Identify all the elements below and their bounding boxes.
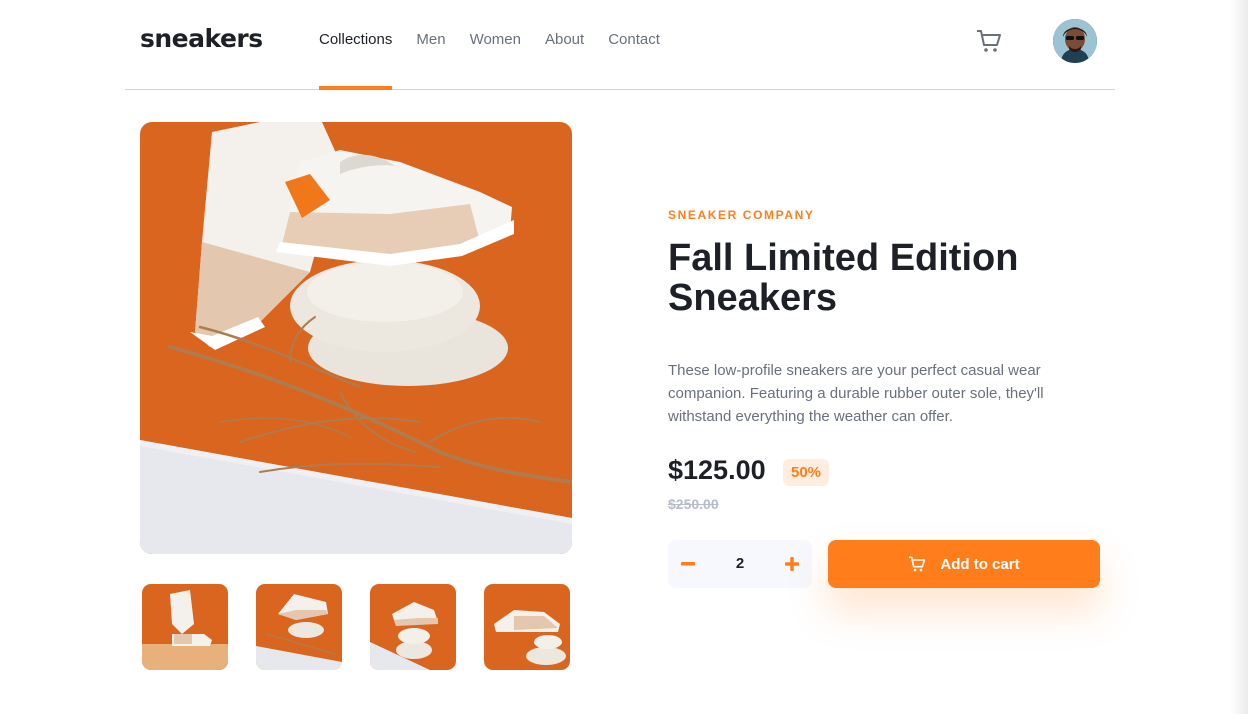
discount-badge: 50% — [783, 459, 829, 486]
cart-icon[interactable] — [976, 29, 1002, 53]
current-price: $125.00 — [668, 455, 766, 485]
original-price: $250.00 — [668, 496, 719, 512]
window-edge-shade — [1230, 0, 1248, 714]
thumbnail-1[interactable] — [142, 584, 228, 670]
quantity-stepper: 2 — [668, 540, 812, 588]
thumbnail-4[interactable] — [484, 584, 570, 670]
thumbnail-2[interactable] — [256, 584, 342, 670]
cart-icon — [909, 556, 926, 572]
logo[interactable]: sneakers — [140, 24, 263, 53]
main-nav: Collections Men Women About Contact — [319, 0, 684, 90]
product-description: These low-profile sneakers are your perf… — [668, 362, 1044, 425]
product-title: Fall Limited Edition Sneakers — [668, 237, 1019, 319]
nav-contact[interactable]: Contact — [608, 0, 660, 89]
nav-about[interactable]: About — [545, 0, 584, 89]
add-to-cart-button[interactable]: Add to cart — [828, 540, 1100, 588]
minus-icon[interactable] — [668, 540, 708, 588]
nav-men[interactable]: Men — [416, 0, 445, 89]
product-main-image[interactable] — [140, 122, 572, 554]
plus-icon[interactable] — [772, 540, 812, 588]
nav-collections[interactable]: Collections — [319, 0, 393, 90]
site-header: sneakers Collections Men Women About Con… — [125, 0, 1115, 90]
quantity-value: 2 — [735, 555, 745, 572]
nav-women[interactable]: Women — [470, 0, 521, 89]
thumbnail-3[interactable] — [370, 584, 456, 670]
thumbnail-strip — [142, 584, 598, 670]
company-name: SNEAKER COMPANY — [668, 208, 815, 222]
add-to-cart-label: Add to cart — [940, 555, 1020, 573]
user-avatar[interactable] — [1053, 19, 1097, 63]
